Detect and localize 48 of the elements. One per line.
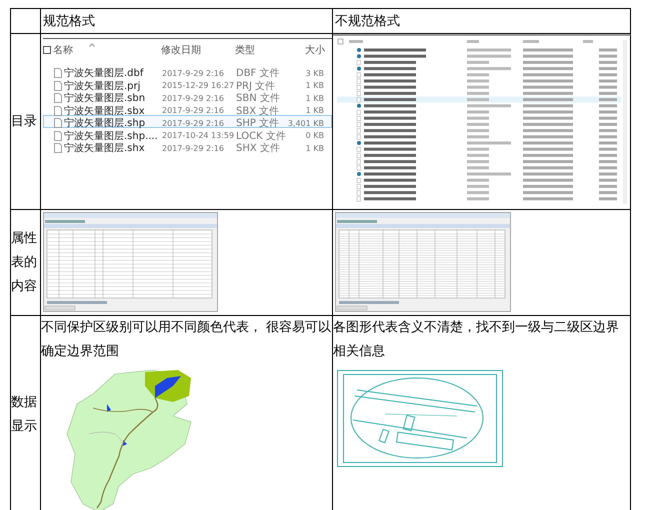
file-size: 3 KB: [304, 68, 325, 78]
description-text: 不同保护区级别可以用不同颜色代表， 很容易可以确定边界范围: [41, 319, 332, 361]
file-name: 宁波矢量图层.dbf: [64, 66, 144, 80]
file-name: 宁波矢量图层.shp: [64, 116, 146, 130]
column-heading: 规范格式: [42, 13, 96, 31]
file-type: LOCK 文件: [236, 130, 286, 142]
file-type: SHX 文件: [236, 142, 281, 155]
file-size: 1 KB: [304, 106, 325, 115]
column-header[interactable]: 类型: [235, 43, 285, 57]
file-type: PRJ 文件: [236, 80, 276, 92]
file-row[interactable]: 宁波矢量图层.shp 2017-9-29 2:16 SHP 文件 3,401 KB: [43, 115, 332, 128]
file-row[interactable]: 宁波矢量图层.sbn 2017-9-29 2:16 SBN 文件 1 KB: [43, 90, 332, 102]
column-header[interactable]: 名称: [53, 43, 73, 57]
file-date: 2017-9-29 2:16: [162, 144, 225, 152]
row-label: 属性表的内容: [11, 230, 38, 296]
description-text: 各图形代表含义不清楚，找不到一级与二级区边界相关信息: [333, 319, 620, 361]
row-label: 目录: [11, 112, 38, 130]
file-row[interactable]: 宁波矢量图层.shx 2017-9-29 2:16 SHX 文件 1 KB: [43, 140, 332, 152]
file-name: 宁波矢量图层.prj: [64, 80, 140, 92]
column-header[interactable]: 大小: [285, 43, 325, 57]
file-size: 0 KB: [304, 131, 325, 140]
file-row[interactable]: 宁波矢量图层.sbx 2017-9-29 2:16 SBX 文件 1 KB: [43, 102, 332, 115]
file-date: 2017-9-29 2:16: [162, 118, 225, 128]
file-type: SBX 文件: [236, 104, 280, 118]
file-name: 宁波矢量图层.sbx: [64, 104, 145, 118]
file-date: 2015-12-29 16:27: [162, 81, 236, 90]
file-name: 宁波矢量图层.shx: [64, 142, 145, 155]
file-name: 宁波矢量图层.sbn: [64, 92, 146, 105]
file-date: 2017-9-29 2:16: [162, 94, 225, 102]
sort-chevron-icon: [89, 43, 95, 47]
column-heading: 不规范格式: [334, 13, 401, 31]
file-row[interactable]: 宁波矢量图层.prj 2015-12-29 16:27 PRJ 文件 1 KB: [43, 78, 332, 90]
file-size: 1 KB: [304, 94, 325, 102]
file-size: 3,401 KB: [286, 118, 325, 128]
file-size: 1 KB: [304, 81, 325, 90]
file-row[interactable]: 宁波矢量图层.shp.... 2017-10-24 13:59 LOCK 文件 0 KB: [43, 128, 332, 140]
file-type: SHP 文件: [236, 116, 280, 130]
file-type: DBF 文件: [236, 66, 280, 80]
select-all-checkbox[interactable]: [43, 46, 51, 54]
file-date: 2017-9-29 2:16: [162, 68, 225, 78]
row-label: 数据显示: [11, 394, 38, 436]
file-name: 宁波矢量图层.shp....: [64, 130, 158, 142]
file-type: SBN 文件: [236, 92, 281, 105]
column-header[interactable]: 修改日期: [161, 43, 235, 57]
file-size: 1 KB: [304, 144, 325, 152]
file-date: 2017-10-24 13:59: [162, 131, 236, 140]
file-row[interactable]: 宁波矢量图层.dbf 2017-9-29 2:16 DBF 文件 3 KB: [43, 65, 332, 78]
file-date: 2017-9-29 2:16: [162, 106, 225, 115]
